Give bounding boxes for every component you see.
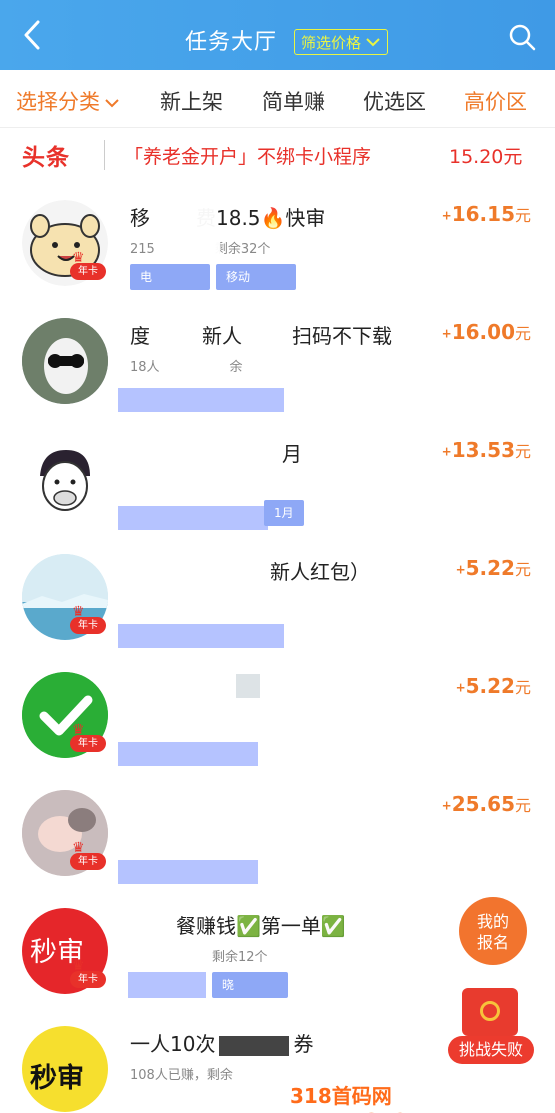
- category-tabs: 选择分类 新上架 简单赚 优选区 高价区: [0, 70, 555, 128]
- item-meta: 18人余: [130, 360, 243, 375]
- annual-card-badge: ♛ 年卡: [66, 840, 110, 872]
- headline-price: 15.20元: [449, 146, 523, 168]
- headline-text: 「养老金开户」不绑卡小程序: [124, 146, 372, 168]
- red-envelope-icon[interactable]: [462, 988, 518, 1036]
- back-arrow-icon[interactable]: [18, 18, 48, 52]
- item-price: +16.15元: [441, 202, 531, 226]
- avatar: [22, 318, 108, 404]
- task-item[interactable]: ♛ 年卡 移费18.5🔥快审 215 剩余32个 +16.15元 电 移动: [0, 184, 555, 302]
- challenge-failed-button[interactable]: 挑战失败: [448, 1036, 534, 1064]
- tab-category-select[interactable]: 选择分类: [16, 86, 120, 116]
- divider: [104, 140, 105, 170]
- task-item[interactable]: 度新人 扫码不下载 18人余 +16.00元: [0, 302, 555, 420]
- item-price: +5.22元: [455, 674, 531, 698]
- redaction: [118, 506, 268, 530]
- my-signup-button[interactable]: 我的 报名: [459, 897, 527, 965]
- task-item[interactable]: 月 +13.53元 1月: [0, 420, 555, 538]
- task-item[interactable]: ♛ 年卡 +5.22元: [0, 656, 555, 774]
- tab-featured[interactable]: 优选区: [363, 86, 426, 116]
- redaction: [118, 388, 284, 412]
- item-price: +5.22元: [455, 556, 531, 580]
- tag: 1月: [264, 500, 304, 526]
- avatar-text: 秒审: [30, 1063, 84, 1094]
- tab-new[interactable]: 新上架: [160, 86, 223, 116]
- tab-high-price[interactable]: 高价区: [464, 86, 527, 116]
- price-filter-label: 筛选价格: [301, 33, 362, 52]
- item-price: +25.65元: [441, 792, 531, 816]
- chevron-down-icon: [105, 99, 119, 108]
- annual-card-badge: ♛ 年卡: [66, 604, 110, 636]
- tag: 电: [130, 264, 210, 290]
- redaction: [118, 742, 258, 766]
- tab-simple[interactable]: 简单赚: [262, 86, 325, 116]
- item-price: +13.53元: [441, 438, 531, 462]
- redaction: [118, 624, 284, 648]
- top-bar: 任务大厅 筛选价格: [0, 0, 555, 70]
- annual-card-badge: ♛ 年卡: [66, 722, 110, 754]
- redaction: [160, 234, 220, 260]
- item-meta: 剩余12个: [212, 950, 268, 965]
- task-item[interactable]: ♛ 年卡 +25.65元: [0, 774, 555, 892]
- item-title: 月: [282, 442, 302, 466]
- item-title: 移费18.5🔥快审: [130, 206, 326, 230]
- chevron-down-icon: [366, 38, 380, 47]
- task-item[interactable]: ♛ 年卡 新人红包） +5.22元: [0, 538, 555, 656]
- avatar: 秒审: [22, 1026, 108, 1112]
- page-title: 任务大厅: [185, 30, 278, 55]
- headline-logo: 头条: [22, 145, 70, 171]
- goat-photo-icon: [22, 318, 108, 404]
- price-filter-button[interactable]: 筛选价格: [294, 29, 389, 55]
- avatar: [22, 436, 108, 522]
- redaction: [118, 860, 258, 884]
- watermark: 318首码网 www.e318.com: [290, 1084, 461, 1113]
- item-title: 一人10次券: [130, 1032, 314, 1056]
- annual-card-badge: ♛ 年卡: [66, 958, 110, 990]
- search-icon[interactable]: [507, 22, 537, 52]
- item-title: 新人红包）: [270, 560, 370, 584]
- item-title: 餐赚钱✅第一单✅: [176, 914, 346, 938]
- redaction: [236, 674, 260, 698]
- item-price: +16.00元: [441, 320, 531, 344]
- headline-banner[interactable]: 头条 「养老金开户」不绑卡小程序 15.20元: [0, 128, 555, 184]
- tag: 晓: [212, 972, 288, 998]
- cartoon-face-icon: [22, 436, 108, 522]
- item-title: 度新人 扫码不下载: [130, 324, 392, 348]
- annual-card-badge: ♛ 年卡: [66, 250, 110, 282]
- item-meta: 108人已赚，剩余: [130, 1068, 233, 1083]
- redaction: [172, 198, 218, 232]
- redaction: [128, 972, 206, 998]
- item-tags: 电 移动: [130, 264, 296, 290]
- tag: 移动: [216, 264, 296, 290]
